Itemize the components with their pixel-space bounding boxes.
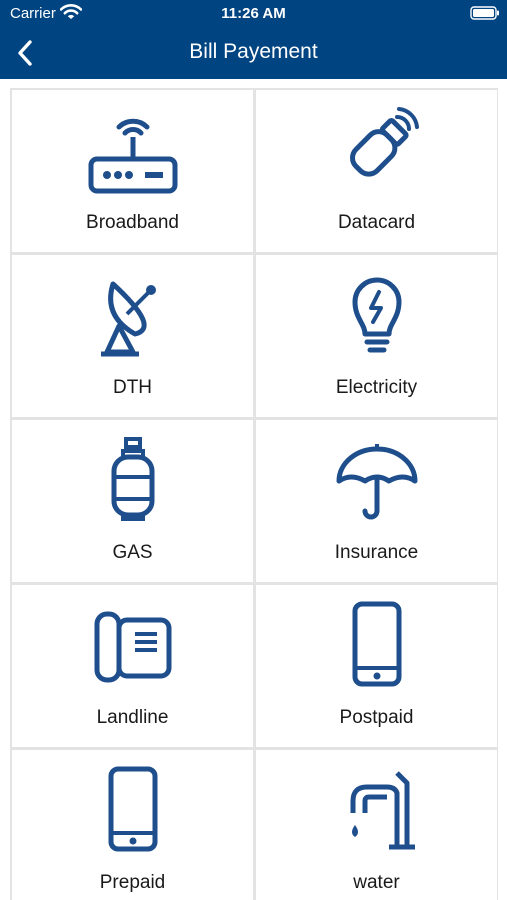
landline-phone-icon xyxy=(94,611,171,683)
mobile-phone-icon xyxy=(352,601,401,687)
service-label: Prepaid xyxy=(99,872,166,893)
mobile-phone-icon xyxy=(108,766,157,852)
battery-icon xyxy=(470,6,499,20)
service-tile-insurance[interactable]: Insurance xyxy=(256,420,497,582)
service-tile-broadband[interactable]: Broadband xyxy=(12,90,253,252)
service-tile-datacard[interactable]: Datacard xyxy=(256,90,497,252)
service-label: Postpaid xyxy=(339,707,414,728)
service-grid: Broadband Datacard DTH Electricity GAS I… xyxy=(10,88,498,900)
lightbulb-icon xyxy=(352,277,401,353)
usb-modem-icon xyxy=(349,107,419,177)
page-title: Bill Payement xyxy=(189,40,318,63)
service-tile-water[interactable]: water xyxy=(256,750,497,900)
service-tile-postpaid[interactable]: Postpaid xyxy=(256,585,497,747)
status-time: 11:26 AM xyxy=(221,5,286,22)
navigation-bar: Bill Payement xyxy=(0,28,507,79)
service-label: Insurance xyxy=(334,542,419,563)
gas-cylinder-icon xyxy=(111,437,154,521)
service-tile-dth[interactable]: DTH xyxy=(12,255,253,417)
status-bar: Carrier 11:26 AM xyxy=(0,0,507,28)
service-tile-electricity[interactable]: Electricity xyxy=(256,255,497,417)
service-tile-landline[interactable]: Landline xyxy=(12,585,253,747)
service-label: Broadband xyxy=(86,212,179,233)
router-icon xyxy=(88,118,177,194)
satellite-dish-icon xyxy=(100,281,156,357)
service-tile-prepaid[interactable]: Prepaid xyxy=(12,750,253,900)
service-label: GAS xyxy=(112,542,153,563)
umbrella-icon xyxy=(336,444,417,520)
app-header: Carrier 11:26 AM Bill Payement xyxy=(0,0,507,79)
service-label: water xyxy=(353,872,400,893)
service-label: Electricity xyxy=(335,377,418,398)
service-label: Landline xyxy=(96,707,169,728)
service-tile-gas[interactable]: GAS xyxy=(12,420,253,582)
water-tap-icon xyxy=(350,771,415,850)
service-label: Datacard xyxy=(337,212,416,233)
service-label: DTH xyxy=(112,377,153,398)
